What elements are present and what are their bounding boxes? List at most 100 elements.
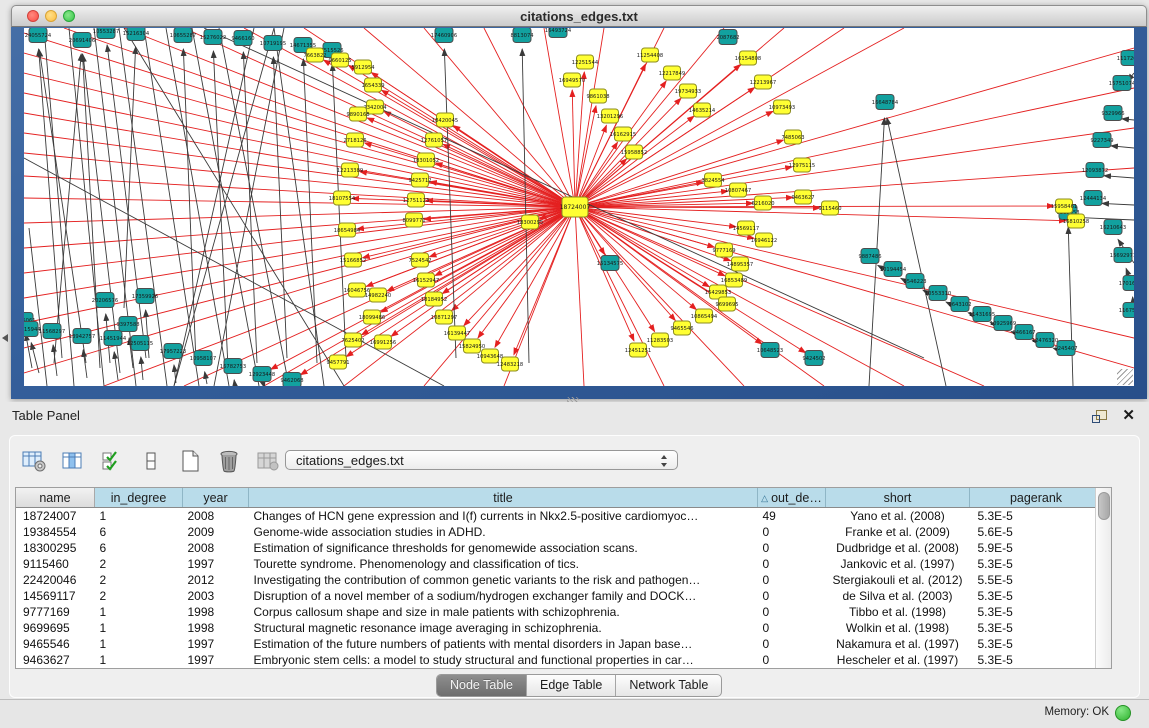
table-cell[interactable]: 6 [95, 524, 183, 540]
graph-node[interactable]: 9887486 [858, 249, 881, 264]
table-cell[interactable]: 5.3E-5 [970, 620, 1103, 636]
graph-node[interactable]: 18300295 [517, 215, 543, 229]
table-cell[interactable]: 0 [758, 604, 826, 620]
table-cell[interactable]: 5.6E-5 [970, 524, 1103, 540]
graph-node[interactable]: 16154808 [735, 51, 761, 65]
table-cell[interactable]: Genome-wide association studies in ADHD. [249, 524, 758, 540]
graph-node[interactable]: 11172644 [1117, 51, 1134, 66]
table-cell[interactable]: 1997 [183, 652, 249, 668]
table-cell[interactable]: Disruption of a novel member of a sodium… [249, 588, 758, 604]
column-header-year[interactable]: year [183, 488, 249, 508]
graph-node[interactable]: 9397588 [116, 317, 139, 332]
table-cell[interactable]: 2012 [183, 572, 249, 588]
graph-node[interactable]: 12505115 [127, 336, 153, 351]
table-cell[interactable]: 5.3E-5 [970, 604, 1103, 620]
table-cell[interactable]: 18724007 [16, 508, 95, 525]
graph-node[interactable]: 10194454 [880, 262, 907, 277]
table-cell[interactable]: 0 [758, 620, 826, 636]
table-cell[interactable]: 1 [95, 652, 183, 668]
graph-node[interactable]: 11568297 [39, 324, 65, 339]
table-row[interactable]: 969969511998Structural magnetic resonanc… [16, 620, 1103, 636]
graph-node[interactable]: 12761057 [421, 133, 447, 147]
panel-collapse-arrow-icon[interactable] [2, 334, 8, 342]
table-cell[interactable]: 0 [758, 556, 826, 572]
graph-node[interactable]: 17016504 [1119, 276, 1134, 291]
table-cell[interactable]: 1998 [183, 604, 249, 620]
table-cell[interactable]: 5.3E-5 [970, 636, 1103, 652]
table-cell[interactable]: Hescheler et al. (1997) [826, 652, 970, 668]
table-cell[interactable]: 1 [95, 604, 183, 620]
table-cell[interactable]: 9699695 [16, 620, 95, 636]
graph-node[interactable]: 9861038 [586, 89, 609, 103]
graph-node[interactable]: 9245407 [1054, 341, 1077, 356]
graph-node[interactable]: 17359926 [132, 289, 158, 304]
table-cell[interactable]: 5.3E-5 [970, 652, 1103, 668]
graph-node[interactable]: 10648523 [757, 343, 783, 358]
table-cell[interactable]: 22420046 [16, 572, 95, 588]
graph-node[interactable]: 16991256 [370, 335, 396, 349]
table-cell[interactable]: Structural magnetic resonance image aver… [249, 620, 758, 636]
graph-node[interactable]: 11283503 [647, 333, 673, 347]
table-cell[interactable]: de Silva et al. (2003) [826, 588, 970, 604]
table-cell[interactable]: Nakamura et al. (1997) [826, 636, 970, 652]
graph-node[interactable]: 17460906 [431, 28, 457, 43]
graph-node[interactable]: 12975115 [789, 158, 815, 172]
graph-node[interactable]: 1654339 [361, 78, 384, 92]
graph-node[interactable]: 2718126 [343, 133, 366, 147]
graph-node[interactable]: 9546223 [903, 274, 926, 289]
graph-node[interactable]: 10655287 [170, 28, 196, 43]
table-cell[interactable]: 19384554 [16, 524, 95, 540]
table-cell[interactable]: 0 [758, 540, 826, 556]
table-cell[interactable]: Tourette syndrome. Phenomenology and cla… [249, 556, 758, 572]
graph-node[interactable]: 16648784 [872, 95, 899, 110]
table-cell[interactable]: Yano et al. (2008) [826, 508, 970, 525]
graph-node[interactable]: 19734933 [675, 84, 701, 98]
table-cell[interactable]: Embryonic stem cells: a model to study s… [249, 652, 758, 668]
scrollbar-thumb[interactable] [1098, 492, 1110, 520]
table-cell[interactable]: Investigating the contribution of common… [249, 572, 758, 588]
delete-rows-trash-icon[interactable] [215, 448, 243, 474]
graph-node[interactable]: 16139447 [444, 326, 470, 340]
table-cell[interactable]: 5.3E-5 [970, 556, 1103, 572]
graph-node[interactable]: 16210643 [1100, 220, 1126, 235]
table-selector-dropdown[interactable]: citations_edges.txt [285, 450, 678, 470]
table-cell[interactable]: 1997 [183, 636, 249, 652]
table-cell[interactable]: 6 [95, 540, 183, 556]
graph-node[interactable]: 10958107 [190, 351, 216, 366]
graph-node[interactable]: 8099771 [402, 213, 425, 227]
table-cell[interactable]: 14569117 [16, 588, 95, 604]
graph-node[interactable]: 5912954 [351, 60, 375, 74]
graph-node[interactable]: 11675350 [1119, 303, 1134, 318]
graph-node[interactable]: 12093872 [1082, 163, 1108, 178]
graph-node[interactable]: 11431695 [969, 307, 995, 322]
graph-node[interactable]: 10865494 [691, 309, 718, 323]
graph-node[interactable]: 7625402 [341, 333, 364, 347]
table-cell[interactable]: Wolkin et al. (1998) [826, 620, 970, 636]
tab-edge-table[interactable]: Edge Table [527, 675, 616, 696]
graph-node[interactable]: 13942757 [69, 329, 95, 344]
graph-node[interactable]: 3824554 [701, 173, 725, 187]
table-cell[interactable]: 2 [95, 572, 183, 588]
table-row[interactable]: 1830029562008Estimation of significance … [16, 540, 1103, 556]
graph-node[interactable]: 12213967 [750, 75, 776, 89]
table-row[interactable]: 2242004622012Investigating the contribut… [16, 572, 1103, 588]
graph-node[interactable]: 10553310 [925, 286, 951, 301]
graph-node[interactable]: 20691406 [69, 33, 95, 48]
table-cell[interactable]: 5.3E-5 [970, 588, 1103, 604]
table-cell[interactable]: 9777169 [16, 604, 95, 620]
graph-node[interactable]: 16493724 [545, 28, 572, 38]
table-row[interactable]: 1938455462009Genome-wide association stu… [16, 524, 1103, 540]
graph-node[interactable]: 17957223 [160, 344, 186, 359]
graph-node[interactable]: 15692971 [1110, 248, 1134, 263]
graph-node[interactable]: 9643102 [948, 297, 971, 312]
table-row[interactable]: 1872400712008Changes of HCN gene express… [16, 508, 1103, 525]
table-cell[interactable]: 1 [95, 620, 183, 636]
graph-node[interactable]: 9115460 [818, 201, 841, 215]
table-row[interactable]: 977716911998Corpus callosum shape and si… [16, 604, 1103, 620]
table-cell[interactable]: 5.5E-5 [970, 572, 1103, 588]
table-cell[interactable]: 2009 [183, 524, 249, 540]
table-row[interactable]: 946362711997Embryonic stem cells: a mode… [16, 652, 1103, 668]
table-row[interactable]: 1456911722003Disruption of a novel membe… [16, 588, 1103, 604]
graph-node[interactable]: 14569117 [733, 221, 759, 235]
graph-node[interactable]: 6216020 [751, 196, 774, 210]
